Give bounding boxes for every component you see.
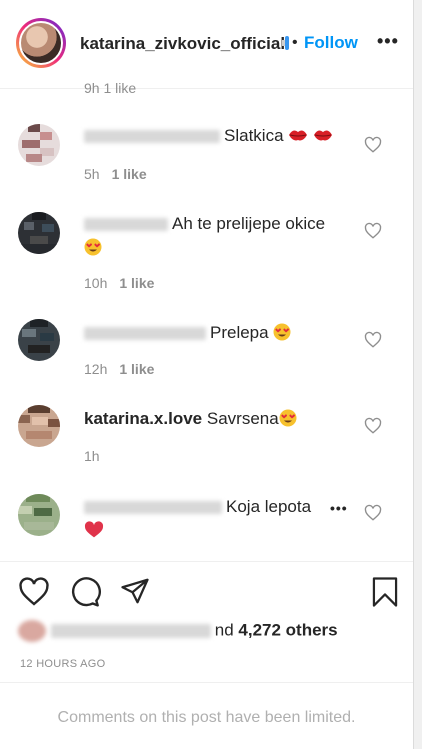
lips-emoji [288,125,308,141]
comment-text-row: Koja lepota [84,495,364,543]
profile-username[interactable]: katarina_zivkovic_official [80,34,285,54]
like-comment-heart-icon[interactable] [364,331,382,349]
comment-text-row: Ah te prelijepe okice [84,212,364,260]
header-separator: • [292,34,298,51]
more-options-icon[interactable]: ••• [377,31,399,52]
verified-badge-icon [282,36,292,50]
comment-avatar[interactable] [18,212,60,254]
comment-avatar[interactable] [18,124,60,166]
like-comment-heart-icon[interactable] [364,417,382,435]
comments-limited-notice: Comments on this post have been limited. [0,682,413,750]
post-panel: katarina_zivkovic_official • Follow ••• … [0,0,414,749]
like-comment-heart-icon[interactable] [364,222,382,240]
red-heart-emoji [84,521,104,539]
comment-time[interactable]: 5h [84,166,100,182]
blurred-username [84,218,168,232]
profile-avatar[interactable] [16,18,66,68]
heart-eyes-emoji [84,238,102,256]
heart-eyes-emoji [279,409,297,427]
comment-text: Ah te prelijepe okice [172,214,326,233]
comment-username[interactable]: katarina.x.love [84,409,202,428]
comment-time[interactable]: 1h [84,448,100,464]
heart-eyes-emoji [273,323,291,341]
comment-bubble-icon[interactable] [69,576,101,608]
likes-count-link[interactable]: 4,272 others [238,620,337,639]
comment-avatar[interactable] [18,494,60,536]
comment-meta: 5h 1 like [84,166,147,182]
comment-likes[interactable]: 1 like [112,166,147,182]
comment-time[interactable]: 10h [84,275,107,291]
comment-avatar[interactable] [18,319,60,361]
comment-text-row: katarina.x.love Savrsena [84,407,364,431]
comment-text: Prelepa [210,323,269,342]
likes-summary: nd 4,272 others [18,620,338,642]
follow-button[interactable]: Follow [304,33,358,53]
comment-avatar[interactable] [18,405,60,447]
post-timestamp[interactable]: 12 HOURS AGO [20,658,106,670]
blurred-username [84,130,220,144]
like-comment-heart-icon[interactable] [364,504,382,522]
like-heart-icon[interactable] [18,576,50,608]
blurred-liker-name [50,624,211,638]
cutoff-comment-meta: 9h 1 like [84,80,137,96]
comment-text: Savrsena [206,409,279,428]
comment-text: Koja lepota [226,497,312,516]
comment-meta: 12h 1 like [84,361,154,377]
share-paper-plane-icon[interactable] [120,576,152,608]
liker-avatar[interactable] [18,620,46,642]
comment-text-row: Slatkica [84,124,364,148]
blurred-username [84,501,222,515]
likes-suffix: nd [214,620,234,640]
save-bookmark-icon[interactable] [370,576,402,608]
scrollbar[interactable] [414,0,422,749]
lips-emoji [313,125,333,141]
comment-meta: 10h 1 like [84,275,154,291]
comment-options-icon[interactable]: ••• [330,500,348,516]
comment-likes[interactable]: 1 like [119,361,154,377]
blurred-username [84,327,206,341]
like-comment-heart-icon[interactable] [364,136,382,154]
comment-time[interactable]: 12h [84,361,107,377]
avatar-image [19,21,63,65]
comment-text: Slatkica [224,126,284,145]
comment-meta: 1h [84,448,100,464]
comment-text-row: Prelepa [84,321,364,345]
post-header: katarina_zivkovic_official • Follow ••• … [0,0,413,96]
comment-likes[interactable]: 1 like [119,275,154,291]
